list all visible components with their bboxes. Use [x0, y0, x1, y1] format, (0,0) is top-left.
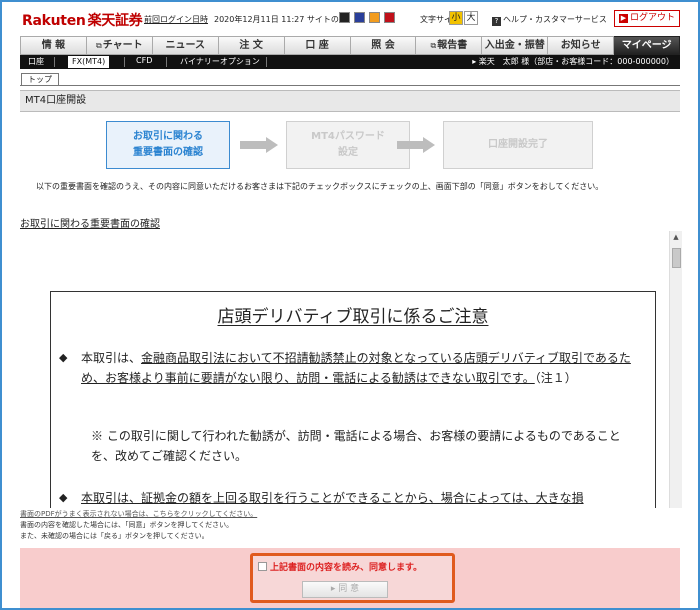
instruction-text: 以下の重要書面を確認のうえ、その内容に同意いただけるお客さまは下記のチェックボッ…: [36, 182, 604, 191]
subnav-binary-option[interactable]: バイナリーオプション: [180, 56, 260, 67]
color-swatch-black[interactable]: [339, 12, 350, 23]
user-info: ▸ 楽天 太郎 様（部店・お客様コード：000-000000）: [472, 57, 674, 66]
note-text: 書面の内容を確認した場合には、「同意」ボタンを押してください。: [20, 521, 234, 529]
font-size-large-button[interactable]: 大: [464, 11, 478, 25]
document-page: 店頭デリバティブ取引に係るご注意 ◆ 本取引は、金融商品取引法において不招請勧誘…: [50, 291, 656, 508]
note-text: また、未確認の場合には「戻る」ボタンを押してください。: [20, 532, 209, 540]
agree-checkbox[interactable]: [258, 562, 267, 571]
color-swatch-orange[interactable]: [369, 12, 380, 23]
subnav-separator: [266, 57, 267, 67]
scroll-up-icon[interactable]: ▲: [670, 231, 682, 243]
document-title: 店頭デリバティブ取引に係るご注意: [217, 307, 489, 327]
subnav-separator: [166, 57, 167, 67]
color-swatch-blue[interactable]: [354, 12, 365, 23]
subnav-cfd[interactable]: CFD: [136, 56, 152, 65]
window-icon: ⧉: [96, 41, 102, 50]
page-title: MT4口座開設: [20, 90, 680, 112]
document-link[interactable]: お取引に関わる重要書面の確認: [20, 215, 160, 230]
subnav-fx-mt4[interactable]: FX(MT4): [68, 56, 110, 68]
step-account-complete: 口座開設完了: [443, 121, 593, 169]
help-link[interactable]: ? ヘルプ・カスタマーサービス: [492, 14, 607, 26]
breadcrumb[interactable]: トップ: [21, 73, 59, 85]
arrow-right-icon: ▶: [618, 14, 628, 23]
divider: [20, 85, 680, 86]
document-viewer[interactable]: 店頭デリバティブ取引に係るご注意 ◆ 本取引は、金融商品取引法において不招請勧誘…: [20, 231, 684, 508]
pdf-help-link[interactable]: 書面のPDFがうまく表示されない場合は、こちらをクリックしてください。: [20, 509, 257, 520]
color-swatch-red[interactable]: [384, 12, 395, 23]
document-paragraph: ◆ 本取引は、金融商品取引法において不招請勧誘禁止の対象となっている店頭デリバテ…: [59, 348, 639, 388]
help-icon: ?: [492, 17, 501, 26]
nav-item-order[interactable]: 注 文: [218, 36, 285, 55]
nav-item-account[interactable]: 口 座: [284, 36, 351, 55]
diamond-bullet-icon: ◆: [59, 351, 68, 364]
nav-item-info[interactable]: 情 報: [20, 36, 87, 55]
logout-button[interactable]: ▶ ログアウト: [614, 10, 680, 27]
step-arrow-icon: [397, 137, 435, 153]
nav-item-inquiry[interactable]: 照 会: [350, 36, 417, 55]
agree-area: 上記書面の内容を読み、同意します。 ▸ 同 意: [20, 548, 680, 608]
nav-item-mypage[interactable]: マイページ: [614, 36, 681, 55]
window-icon: ⧉: [430, 41, 437, 50]
document-paragraph: ※ この取引に関して行われた勧誘が、訪問・電話による場合、お客様の要請によるもの…: [91, 429, 621, 463]
scroll-thumb[interactable]: [672, 248, 681, 268]
main-nav: 情 報 ⧉チャート ニュース 注 文 口 座 照 会 ⧉報告書 入出金・振替 お…: [20, 36, 681, 55]
nav-item-notice[interactable]: お知らせ: [548, 36, 615, 55]
step-document-confirm: お取引に関わる 重要書面の確認: [106, 121, 230, 169]
subnav-account[interactable]: 口座: [28, 56, 44, 67]
last-login-value: 2020年12月11日 11:27: [214, 15, 305, 24]
agree-box: 上記書面の内容を読み、同意します。 ▸ 同 意: [250, 553, 455, 603]
step-password-setup: MT4パスワード 設定: [286, 121, 410, 169]
rakuten-logo[interactable]: Rakuten 楽天証券: [22, 10, 143, 30]
subnav-separator: [124, 57, 125, 67]
agree-checkbox-row[interactable]: 上記書面の内容を読み、同意します。: [258, 560, 422, 573]
site-color-swatches: [339, 12, 395, 23]
document-scrollbar[interactable]: ▲: [669, 231, 682, 508]
nav-item-news[interactable]: ニュース: [152, 36, 219, 55]
top-bar: Rakuten 楽天証券 前回ログイン日時 2020年12月11日 11:27 サイ…: [0, 0, 700, 36]
diamond-bullet-icon: ◆: [59, 491, 68, 504]
subnav-separator: [54, 57, 55, 67]
nav-item-chart[interactable]: ⧉チャート: [86, 36, 153, 55]
agree-button[interactable]: ▸ 同 意: [302, 581, 388, 598]
notes: 書面のPDFがうまく表示されない場合は、こちらをクリックしてください。 書面の内…: [20, 509, 257, 542]
last-login: 前回ログイン日時 2020年12月11日 11:27 サイトの色: [144, 14, 347, 25]
nav-item-report[interactable]: ⧉報告書: [416, 36, 483, 55]
font-size-small-button[interactable]: 小: [449, 11, 463, 25]
last-login-label[interactable]: 前回ログイン日時: [144, 15, 208, 24]
nav-item-deposit[interactable]: 入出金・振替: [482, 36, 549, 55]
step-arrow-icon: [240, 137, 278, 153]
sub-nav: 口座 FX(MT4) CFD バイナリーオプション ▸ 楽天 太郎 様（部店・お…: [20, 55, 680, 69]
document-paragraph: ◆ 本取引は、証拠金の額を上回る取引を行うことができることから、場合によっては、…: [59, 488, 639, 508]
